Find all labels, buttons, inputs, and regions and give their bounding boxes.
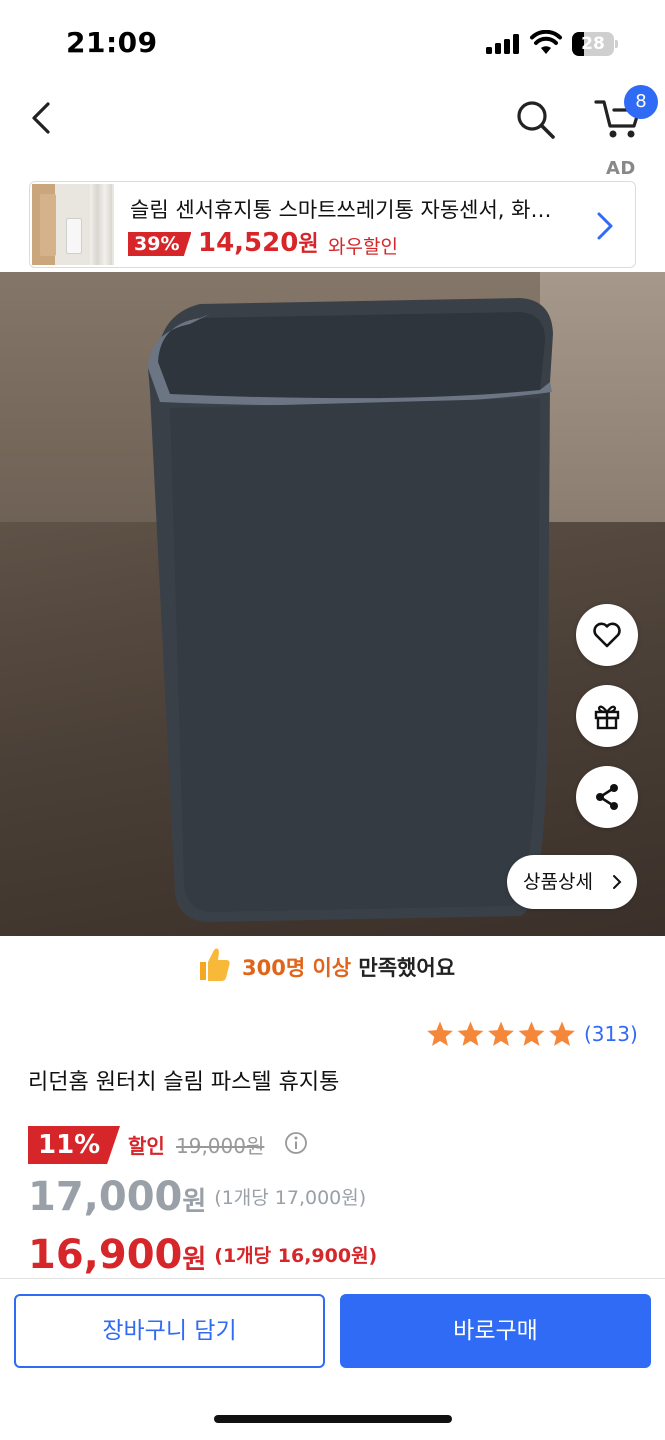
ad-thumbnail [32, 184, 114, 265]
star-icon [488, 1021, 514, 1046]
product-title: 리던홈 원터치 슬림 파스텔 휴지통 [28, 1070, 340, 1095]
regular-price-amount: 17,000 [28, 1174, 183, 1220]
gift-button[interactable] [576, 685, 638, 747]
ad-label: AD [606, 158, 636, 179]
discount-label: 할인 [128, 1134, 165, 1158]
star-icon [457, 1021, 484, 1046]
trash-bin-image [148, 298, 553, 922]
regular-price: 17,000원 (1개당 17,000원) [28, 1174, 366, 1220]
search-button[interactable] [512, 96, 558, 142]
top-nav [0, 80, 665, 160]
sale-price-unit: 원 [182, 1245, 207, 1275]
cart-count-badge[interactable]: 8 [624, 85, 658, 119]
satisfaction-text: 300명 이상 만족했어요 [242, 952, 455, 982]
thumbs-up-icon [200, 948, 230, 981]
product-rating[interactable]: (313) [426, 1018, 656, 1050]
cellular-signal-icon [486, 34, 520, 54]
rating-stars [427, 1021, 575, 1046]
bottom-action-bar: 장바구니 담기 바로구매 [0, 1278, 665, 1440]
wifi-icon [530, 30, 562, 54]
sale-price: 16,900원 (1개당 16,900원) [28, 1232, 377, 1278]
original-price: 19,000원 [176, 1134, 265, 1158]
ad-price: 14,520원 [198, 226, 319, 258]
status-time: 21:09 [66, 26, 158, 59]
status-bar: 21:09 28 [0, 0, 665, 80]
buy-now-button[interactable]: 바로구매 [340, 1294, 651, 1368]
battery-level: 28 [581, 34, 605, 54]
satisfaction-banner: 300명 이상 만족했어요 [0, 944, 665, 992]
heart-icon [593, 622, 621, 648]
discount-rate-badge: 11% [28, 1126, 120, 1164]
ad-banner[interactable]: 슬림 센서휴지통 스마트쓰레기통 자동센서, 화… 39% 14,520원 와우… [29, 181, 636, 268]
battery-icon: 28 [572, 32, 618, 56]
satisfaction-suffix: 만족했어요 [358, 956, 456, 980]
favorite-button[interactable] [576, 604, 638, 666]
ad-title: 슬림 센서휴지통 스마트쓰레기통 자동센서, 화… [130, 198, 552, 222]
back-button[interactable] [20, 96, 64, 140]
ad-discount-badge: 39% [128, 232, 192, 256]
product-detail-button[interactable]: 상품상세 [507, 855, 637, 909]
star-icon [518, 1021, 545, 1046]
regular-price-unit: 원 [182, 1187, 207, 1217]
info-icon[interactable] [284, 1131, 308, 1155]
detail-button-label: 상품상세 [523, 871, 593, 893]
satisfaction-count: 300명 이상 [242, 956, 352, 980]
gift-icon [594, 705, 620, 730]
add-to-cart-button[interactable]: 장바구니 담기 [14, 1294, 325, 1368]
home-indicator[interactable] [214, 1415, 452, 1423]
ad-promo-label: 와우할인 [328, 236, 398, 258]
ad-price-amount: 14,520 [198, 228, 299, 258]
share-button[interactable] [576, 766, 638, 828]
rating-count[interactable]: (313) [584, 1022, 638, 1046]
regular-price-per-unit: (1개당 17,000원) [214, 1187, 367, 1209]
chevron-right-icon [613, 875, 622, 889]
chevron-right-icon [597, 212, 613, 240]
star-icon [427, 1021, 453, 1046]
product-image[interactable]: 상품상세 [0, 272, 665, 936]
sale-price-per-unit: (1개당 16,900원) [214, 1245, 378, 1267]
star-icon [549, 1021, 575, 1046]
ad-price-unit: 원 [298, 232, 319, 257]
sale-price-amount: 16,900 [28, 1232, 183, 1278]
share-icon [596, 784, 618, 810]
